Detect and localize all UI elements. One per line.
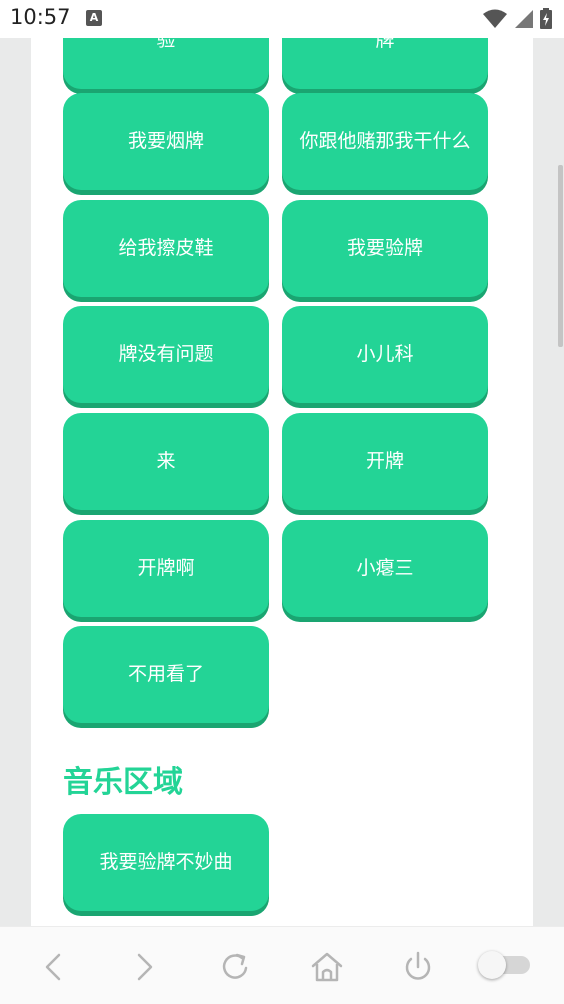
sound-button[interactable]: 小儿科 [282, 306, 488, 403]
sound-button[interactable]: 不用看了 [63, 626, 269, 723]
signal-icon [514, 10, 533, 28]
music-section-title: 音乐区域 [63, 765, 183, 800]
forward-button[interactable] [126, 949, 162, 985]
sound-button[interactable]: 来 [63, 413, 269, 510]
music-button[interactable]: 我要验牌不妙曲 [63, 814, 269, 911]
status-bar: 10:57 A [0, 0, 564, 38]
back-icon [45, 953, 61, 981]
content-page: 验 牌 我要烟牌 你跟他赌那我干什么 给我擦皮鞋 我要验牌 牌没有问题 小儿科 … [31, 38, 533, 926]
sound-button[interactable]: 牌没有问题 [63, 306, 269, 403]
status-icons [482, 8, 556, 30]
sound-button[interactable]: 开牌 [282, 413, 488, 510]
status-time: 10:57 [10, 5, 71, 29]
battery-charging-icon [540, 8, 552, 29]
sound-button[interactable]: 牌 [282, 38, 488, 89]
sound-button[interactable]: 我要验牌 [282, 200, 488, 297]
sound-button[interactable]: 小瘪三 [282, 520, 488, 617]
sound-button[interactable]: 开牌啊 [63, 520, 269, 617]
sound-button[interactable]: 验 [63, 38, 269, 89]
scrollbar[interactable] [558, 165, 563, 347]
power-button[interactable] [400, 949, 436, 985]
back-button[interactable] [36, 949, 72, 985]
sound-button[interactable]: 我要烟牌 [63, 93, 269, 190]
home-button[interactable] [309, 949, 345, 985]
toggle-knob [478, 951, 506, 979]
sound-button[interactable]: 你跟他赌那我干什么 [282, 93, 488, 190]
sound-button[interactable]: 给我擦皮鞋 [63, 200, 269, 297]
toggle-switch[interactable] [478, 951, 532, 979]
notification-app-icon: A [86, 10, 102, 26]
refresh-button[interactable] [218, 949, 254, 985]
forward-icon [137, 953, 153, 981]
home-icon [311, 952, 343, 982]
power-icon [405, 951, 431, 980]
refresh-icon [222, 953, 248, 979]
wifi-icon [482, 9, 507, 28]
